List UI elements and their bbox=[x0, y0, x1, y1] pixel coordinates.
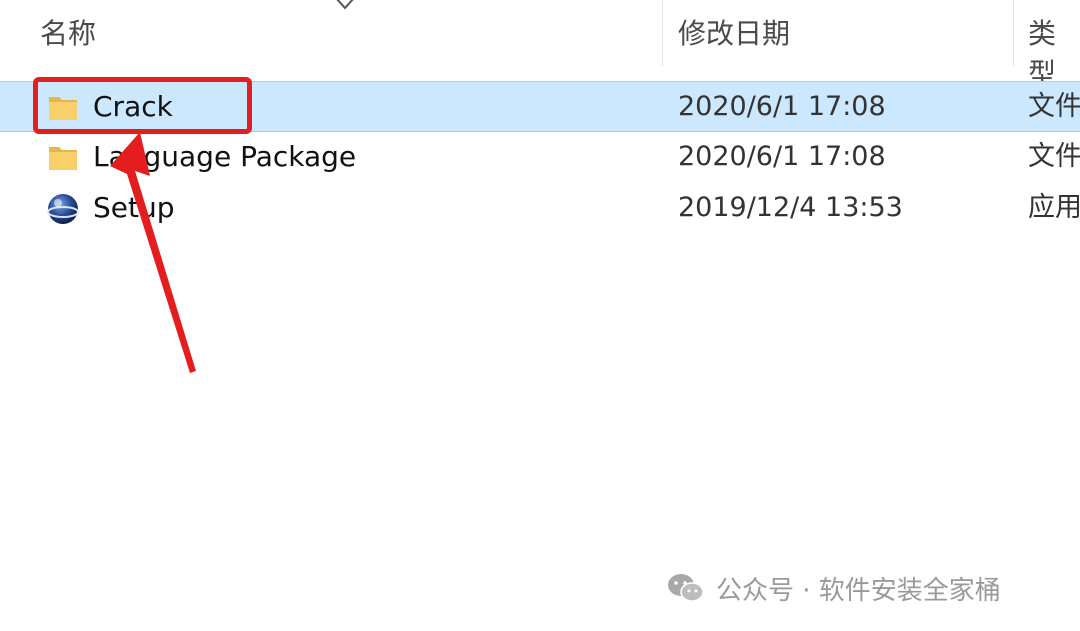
wechat-icon bbox=[668, 574, 704, 602]
column-header-name[interactable]: 名称 bbox=[40, 14, 96, 54]
folder-icon bbox=[49, 147, 77, 170]
file-row-setup[interactable]: Setup 2019/12/4 13:53 应用 bbox=[0, 183, 1080, 234]
file-row-language-package[interactable]: Language Package 2020/6/1 17:08 文件 bbox=[0, 132, 1080, 183]
file-name: Language Package bbox=[93, 140, 357, 173]
column-divider[interactable] bbox=[1013, 0, 1014, 66]
watermark-text: 公众号 · 软件安装全家桶 bbox=[716, 575, 1001, 606]
watermark: 公众号 · 软件安装全家桶 bbox=[666, 568, 1001, 608]
file-type: 文件 bbox=[1028, 91, 1080, 122]
annotation-highlight-box bbox=[33, 77, 252, 134]
file-modified-date: 2020/6/1 17:08 bbox=[678, 91, 886, 122]
file-modified-date: 2020/6/1 17:08 bbox=[678, 141, 886, 172]
file-type: 应用 bbox=[1028, 192, 1080, 223]
setup-app-icon bbox=[47, 194, 79, 224]
file-explorer-window: 名称 修改日期 类型 Crack 2020/6/1 17:08 文件 Langu… bbox=[0, 0, 1080, 631]
column-header-date[interactable]: 修改日期 bbox=[678, 14, 790, 54]
column-divider[interactable] bbox=[662, 0, 663, 66]
file-type: 文件 bbox=[1028, 141, 1080, 172]
sort-chevron-icon bbox=[336, 0, 354, 10]
file-modified-date: 2019/12/4 13:53 bbox=[678, 192, 903, 223]
file-name: Setup bbox=[93, 191, 175, 224]
column-header-row: 名称 修改日期 类型 bbox=[0, 0, 1080, 90]
